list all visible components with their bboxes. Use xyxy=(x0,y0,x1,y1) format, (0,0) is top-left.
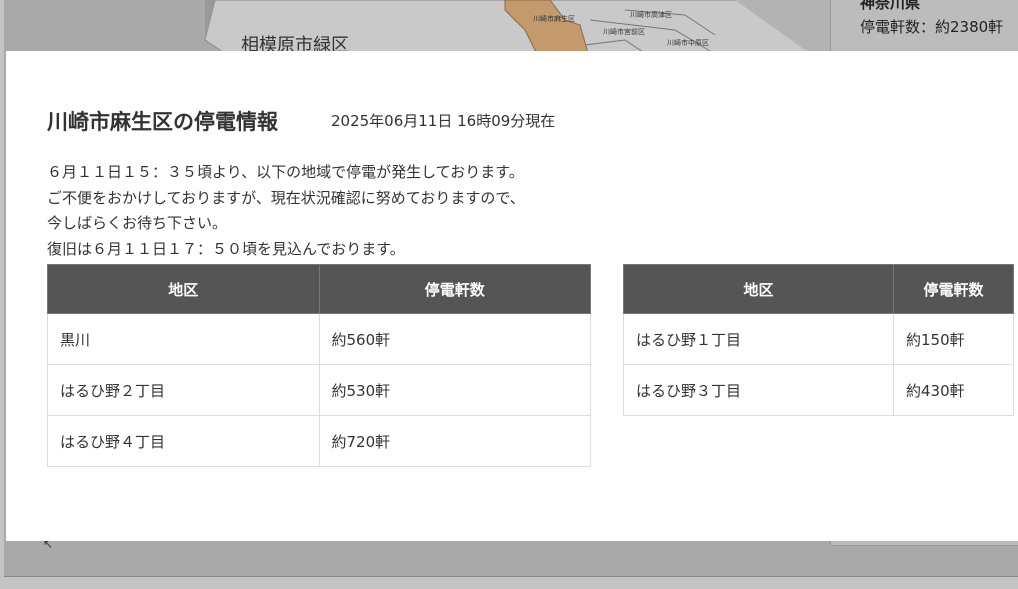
table-row: はるひ野４丁目 約720軒 xyxy=(47,415,591,467)
area-cell: はるひ野１丁目 xyxy=(623,313,894,365)
message-line: ６月１１日１５：３５頃より、以下の地域で停電が発生しております。 xyxy=(47,163,524,181)
modal-title: 川崎市麻生区の停電情報 xyxy=(47,110,278,134)
prefecture-name: 神奈川県 xyxy=(860,0,921,12)
header-area: 地区 xyxy=(47,264,320,314)
message-line: ご不便をおかけしておりますが、現在状況確認に努めておりますので、 xyxy=(47,188,525,207)
area-cell: はるひ野３丁目 xyxy=(623,364,894,416)
map-district-label[interactable]: 川崎市高津区 xyxy=(630,10,672,20)
map-district-label[interactable]: 川崎市中原区 xyxy=(667,38,709,48)
timestamp: 2025年06月11日 16時09分現在 xyxy=(331,112,556,130)
table-row: はるひ野２丁目 約530軒 xyxy=(47,364,591,416)
count-cell: 約530軒 xyxy=(318,364,591,416)
count-cell: 約560軒 xyxy=(318,313,591,365)
count-cell: 約720軒 xyxy=(318,415,591,467)
message-line: 復旧は６月１１日１７：５０頃を見込んでおります。 xyxy=(47,239,405,258)
header-count: 停電軒数 xyxy=(318,264,591,314)
map-district-label[interactable]: 川崎市麻生区 xyxy=(533,14,575,24)
table-row: はるひ野１丁目 約150軒 xyxy=(623,313,1014,365)
area-cell: 黒川 xyxy=(47,313,320,365)
area-cell: はるひ野２丁目 xyxy=(47,364,320,416)
message-line: 今しばらくお待ち下さい。 xyxy=(47,214,228,232)
map-district-label[interactable]: 川崎市宮前区 xyxy=(603,27,645,37)
header-area: 地区 xyxy=(623,264,894,314)
count-cell: 約430軒 xyxy=(893,364,1014,416)
area-cell: はるひ野４丁目 xyxy=(47,415,320,467)
count-cell: 約150軒 xyxy=(893,313,1014,365)
outage-table-right: 地区 停電軒数 はるひ野１丁目 約150軒 はるひ野３丁目 約430軒 xyxy=(623,264,1014,416)
outage-table-left: 地区 停電軒数 黒川 約560軒 はるひ野２丁目 約530軒 はるひ野４丁目 約720軒 xyxy=(47,264,591,467)
outage-message: ６月１１日１５：３５頃より、以下の地域で停電が発生しております。 ご不便をおかけ… xyxy=(47,160,525,262)
table-row: はるひ野３丁目 約430軒 xyxy=(623,364,1014,416)
outage-detail-modal: 川崎市麻生区の停電情報 2025年06月11日 16時09分現在 ６月１１日１５… xyxy=(6,51,1018,541)
prefecture-outage-count: 停電軒数：約2380軒 xyxy=(860,18,1004,36)
table-row: 黒川 約560軒 xyxy=(47,313,591,365)
header-count: 停電軒数 xyxy=(893,264,1014,314)
